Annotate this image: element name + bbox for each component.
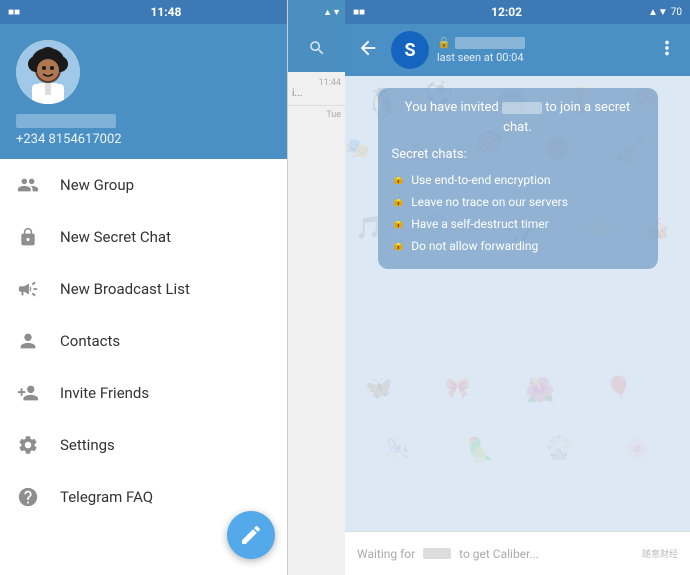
contacts-icon [16,329,40,353]
strip-status: ▲▼ [288,0,345,24]
strip-time: 11:44 [292,78,341,88]
message-area: You have invited to join a secret chat. … [345,76,690,281]
chat-header: S 🔒 last seen at 00:04 [345,24,690,76]
right-status-icons: ▲▼ 70 [648,7,682,18]
feature-lock-icon-2: 🔒 [392,193,406,210]
broadcast-label: New Broadcast List [60,280,190,298]
feature-lock-icon-3: 🔒 [392,215,406,232]
waiting-suffix: to get Caliber... [459,547,539,561]
feature-label-1: Use end-to-end encryption [411,171,550,189]
search-icon[interactable] [308,39,326,57]
feature-lock-icon-4: 🔒 [392,237,406,254]
feature-item-2: 🔒 Leave no trace on our servers [392,193,644,211]
feature-item-3: 🔒 Have a self-destruct timer [392,215,644,233]
waiting-prefix: Waiting for [357,547,415,561]
settings-label: Settings [60,436,115,454]
chat-name-blur [455,37,525,49]
status-bar-right: ■■ 12:02 ▲▼ 70 [345,0,690,24]
chat-strip: ▲▼ 11:44 i... Tue [287,0,345,575]
invited-name-blur [502,102,542,114]
feature-label-2: Leave no trace on our servers [411,193,568,211]
chat-avatar: S [391,31,429,69]
back-button[interactable] [353,33,383,68]
invite-text-1: You have invited [405,100,502,115]
strip-preview-text: i... [292,88,341,99]
contacts-label: Contacts [60,332,120,350]
profile-name-blur [16,114,116,128]
chat-last-seen: last seen at 00:04 [437,51,644,64]
faq-icon [16,485,40,509]
group-icon [16,173,40,197]
left-time: 11:48 [151,5,182,19]
secret-chats-title: Secret chats: [392,145,644,165]
strip-chat-item[interactable]: 11:44 i... [288,72,345,106]
profile-phone: +234 8154617002 [16,132,329,147]
chat-input-bar: Waiting for to get Caliber... 随意财经 [345,531,690,575]
wm-22: 🎡 [545,436,572,461]
more-options-button[interactable] [652,33,682,68]
invite-text: You have invited to join a secret chat. [392,98,644,137]
watermark-text: 随意财经 [642,547,678,560]
chat-name-row: 🔒 [437,36,644,49]
invite-icon [16,381,40,405]
faq-label: Telegram FAQ [60,488,153,506]
feature-label-3: Have a self-destruct timer [411,215,548,233]
right-battery: 70 [671,7,682,18]
left-carrier: ■■ [8,7,20,18]
avatar-image [16,40,80,104]
chat-body: 🐧 ⚽ 🎮 🏆 🎨 🎭 🎸 🎯 🏀 🎻 🎵 🐬 🎲 ⭐ 🎪 🦋 🎀 🌺 🎈 🎠 … [345,76,690,531]
avatar [16,40,80,104]
wm-23: 🌸 [625,436,650,460]
chat-avatar-letter: S [404,40,415,61]
feature-item-4: 🔒 Do not allow forwarding [392,237,644,255]
wm-17: 🎀 [445,376,470,400]
compose-fab[interactable] [227,511,275,559]
invite-label: Invite Friends [60,384,149,402]
feature-item-1: 🔒 Use end-to-end encryption [392,171,644,189]
new-group-label: New Group [60,176,134,194]
right-time: 12:02 [491,5,522,19]
wm-20: 🎠 [385,436,410,460]
wm-21: 🦜 [465,436,495,464]
right-panel: ■■ 12:02 ▲▼ 70 S 🔒 last seen at 00:04 [345,0,690,575]
right-signal-icon: ▲▼ [648,7,668,18]
strip-search [288,24,345,72]
waiting-name-blur [423,548,451,559]
wm-19: 🎈 [605,376,632,401]
avatar-svg [16,40,80,104]
system-message-bubble: You have invited to join a secret chat. … [378,88,658,269]
watermark-area: 随意财经 [642,547,678,560]
lock-icon [16,225,40,249]
settings-icon [16,433,40,457]
strip-date: Tue [288,106,345,124]
broadcast-icon [16,277,40,301]
wm-16: 🦋 [365,376,392,401]
feature-label-4: Do not allow forwarding [411,237,538,255]
strip-signal: ▲▼ [323,7,341,18]
wm-18: 🌺 [525,376,555,404]
chat-info: 🔒 last seen at 00:04 [437,36,644,64]
right-carrier: ■■ [353,7,365,18]
feature-lock-icon-1: 🔒 [392,171,406,188]
new-secret-chat-label: New Secret Chat [60,228,171,246]
chat-lock-icon: 🔒 [437,36,451,49]
left-panel: ■■ 11:48 ▲ 70 [0,0,345,575]
